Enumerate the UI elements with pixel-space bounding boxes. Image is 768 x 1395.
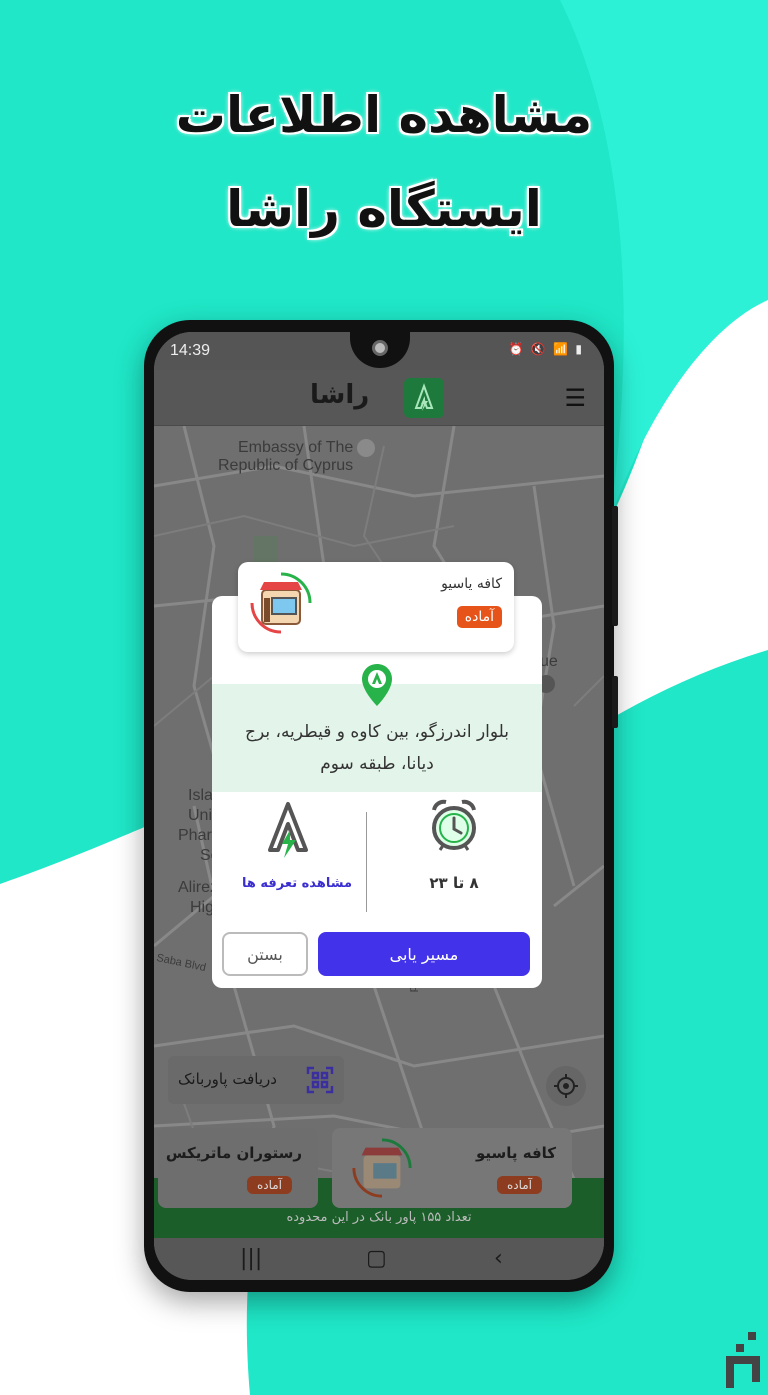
- phone-frame: 14:39 ⏰ 🔇 📶 ▮ راشا ☰ Embassy of The Repu…: [144, 320, 618, 1292]
- headline-line-2: ایستگاه راشا: [226, 180, 542, 238]
- back-icon[interactable]: ‹: [494, 1246, 503, 1271]
- map-label: Hig: [190, 899, 215, 916]
- app-logo-icon: [404, 378, 444, 418]
- map-label: ue: [540, 653, 558, 670]
- rasha-tariff-icon[interactable]: [266, 800, 310, 860]
- volume-button: [612, 506, 618, 626]
- qr-scan-icon: [306, 1066, 334, 1094]
- location-pin-icon: [362, 664, 392, 706]
- map-label: Republic of Cyprus: [218, 457, 354, 474]
- power-button: [612, 676, 618, 728]
- station-name: رستوران ماتریکس: [165, 1144, 302, 1162]
- headline-line-1: مشاهده اطلاعات: [175, 86, 593, 144]
- android-nav-bar: ||| ▢ ‹: [154, 1238, 604, 1280]
- hamburger-menu-icon[interactable]: ☰: [564, 384, 586, 412]
- station-name: کافه پاسیو: [475, 1144, 556, 1162]
- view-tariffs-link[interactable]: مشاهده تعرفه ها: [232, 876, 362, 891]
- station-card[interactable]: کافه یاسیو آماده: [238, 562, 514, 652]
- map-label: Embassy of The: [238, 439, 354, 456]
- recent-apps-icon[interactable]: |||: [240, 1246, 262, 1271]
- map-label: Uni: [188, 807, 213, 824]
- app-bar: راشا ☰: [154, 370, 604, 426]
- close-button[interactable]: بستن: [222, 932, 308, 976]
- crosshair-icon: [554, 1074, 578, 1098]
- cafe-shop-icon: [250, 572, 312, 634]
- station-card[interactable]: رستوران ماتریکس آماده: [158, 1128, 318, 1208]
- powerbank-count-text: تعداد ۱۵۵ پاور بانک در این محدوده: [286, 1210, 472, 1225]
- store-logo-icon: [726, 1332, 760, 1388]
- route-button[interactable]: مسیر یابی: [318, 932, 530, 976]
- station-name: کافه یاسیو: [441, 576, 502, 592]
- divider: [366, 812, 367, 912]
- station-address: بلوار اندرزگو، بین کاوه و قیطریه، برج دی…: [244, 722, 510, 774]
- home-icon[interactable]: ▢: [366, 1246, 387, 1271]
- app-logo-text: راشا: [310, 380, 370, 410]
- station-info-dialog: بلوار اندرزگو، بین کاوه و قیطریه، برج دی…: [212, 596, 542, 988]
- status-icons: ⏰ 🔇 📶 ▮: [508, 342, 584, 356]
- powerbank-label: دریافت پاوربانک: [178, 1070, 277, 1088]
- alarm-clock-icon: [432, 799, 476, 851]
- status-badge: آماده: [496, 1176, 542, 1194]
- map-label: Isla: [188, 787, 213, 804]
- phone-screen: 14:39 ⏰ 🔇 📶 ▮ راشا ☰ Embassy of The Repu…: [154, 332, 604, 1280]
- status-time: 14:39: [170, 342, 211, 359]
- cafe-shop-icon: [352, 1138, 412, 1198]
- camera-icon: [372, 340, 388, 356]
- status-badge: آماده: [456, 606, 502, 628]
- opening-hours: ۸ تا ۲۳: [429, 874, 479, 892]
- station-card[interactable]: کافه پاسیو آماده: [332, 1128, 572, 1208]
- my-location-button[interactable]: [546, 1066, 586, 1106]
- get-powerbank-button[interactable]: دریافت پاوربانک: [168, 1056, 344, 1104]
- status-badge: آماده: [246, 1176, 292, 1194]
